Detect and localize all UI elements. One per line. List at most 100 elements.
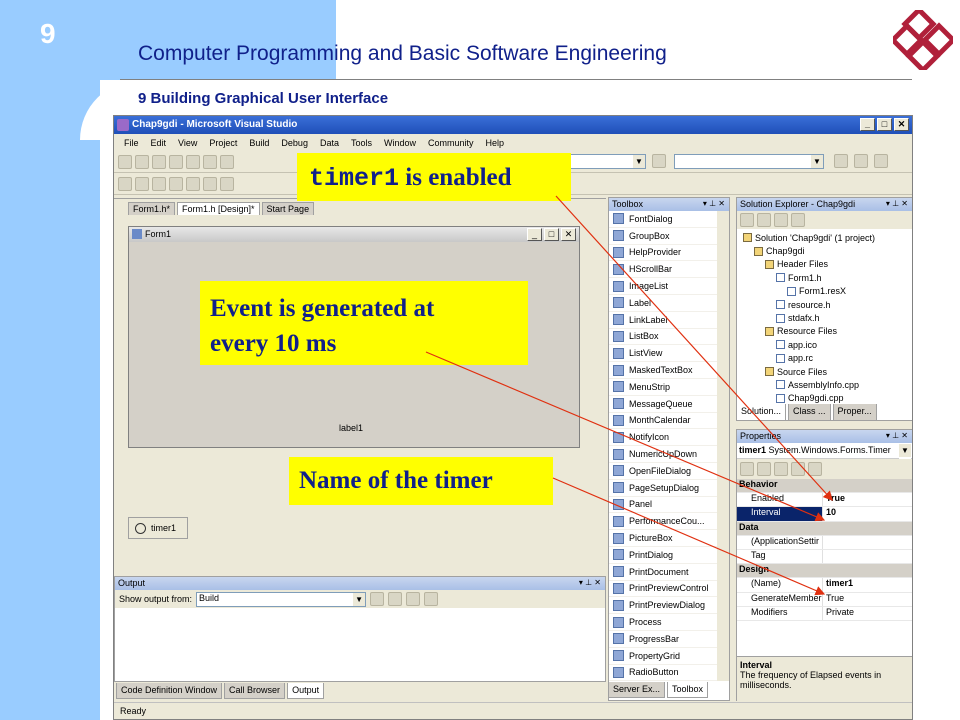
close-button[interactable]: ✕ xyxy=(894,118,909,131)
property-value[interactable]: Private xyxy=(823,607,854,620)
toolbox-item[interactable]: GroupBox xyxy=(609,228,729,245)
menu-item-edit[interactable]: Edit xyxy=(145,138,173,148)
toolbox-item[interactable]: FontDialog xyxy=(609,211,729,228)
menu-item-file[interactable]: File xyxy=(118,138,145,148)
toolbox-icon[interactable] xyxy=(874,154,888,168)
toolbox-item[interactable]: HScrollBar xyxy=(609,261,729,279)
toolbox-item[interactable]: HelpProvider xyxy=(609,245,729,262)
toolbox-item[interactable]: ProgressBar xyxy=(609,631,729,648)
property-value[interactable] xyxy=(823,550,826,563)
pin-icon[interactable]: ▾ ⊥ ✕ xyxy=(886,431,908,440)
solution-tree-item[interactable]: Source Files xyxy=(737,365,912,378)
menu-item-debug[interactable]: Debug xyxy=(275,138,314,148)
editor-tab[interactable]: Form1.h* xyxy=(128,202,176,215)
toolbox-item[interactable]: Panel xyxy=(609,497,729,514)
categorized-icon[interactable] xyxy=(740,462,754,476)
properties-icon[interactable] xyxy=(854,154,868,168)
property-value[interactable]: True xyxy=(823,493,845,506)
property-value[interactable] xyxy=(823,536,826,549)
toolbox-item[interactable]: Label xyxy=(609,295,729,312)
property-row[interactable]: (Name) timer1 xyxy=(737,578,912,593)
property-category[interactable]: Data xyxy=(737,521,912,536)
solution-tab[interactable]: Solution... xyxy=(736,404,787,421)
view-code-icon[interactable] xyxy=(791,213,805,227)
toolbox-item[interactable]: LinkLabel xyxy=(609,312,729,329)
bottom-tab[interactable]: Call Browser xyxy=(224,683,286,699)
toolbox-tab[interactable]: Server Ex... xyxy=(608,682,666,698)
save-icon[interactable] xyxy=(169,154,183,169)
find-icon[interactable] xyxy=(652,154,666,168)
menu-item-community[interactable]: Community xyxy=(422,138,480,148)
menu-item-project[interactable]: Project xyxy=(203,138,243,148)
align-middles-icon[interactable] xyxy=(186,176,200,191)
align-tops-icon[interactable] xyxy=(169,176,183,191)
solution-tree-item[interactable]: app.ico xyxy=(737,338,912,351)
menu-item-data[interactable]: Data xyxy=(314,138,345,148)
properties-icon[interactable] xyxy=(740,213,754,227)
bottom-tab[interactable]: Output xyxy=(287,683,325,699)
toolbox-item[interactable]: ListView xyxy=(609,345,729,363)
pin-icon[interactable]: ▾ ⊥ ✕ xyxy=(703,199,725,208)
toolbox-item[interactable]: NotifyIcon xyxy=(609,429,729,447)
solution-tree-item[interactable]: Header Files xyxy=(737,258,912,271)
property-value[interactable]: True xyxy=(823,593,844,606)
toolbox-item[interactable]: OpenFileDialog xyxy=(609,463,729,480)
timer1-component[interactable]: timer1 xyxy=(128,517,188,539)
menu-item-build[interactable]: Build xyxy=(243,138,275,148)
copy-icon[interactable] xyxy=(220,154,234,169)
solution-tree-item[interactable]: Form1.h xyxy=(737,271,912,284)
cut-icon[interactable] xyxy=(203,154,217,169)
property-row[interactable]: GenerateMember True xyxy=(737,592,912,607)
toolbox-tab[interactable]: Toolbox xyxy=(667,682,709,698)
toolbox-item[interactable]: ImageList xyxy=(609,278,729,295)
align-centers-icon[interactable] xyxy=(135,176,149,191)
clear-all-icon[interactable] xyxy=(406,592,421,606)
find-message-icon[interactable] xyxy=(388,592,403,606)
property-row[interactable]: Modifiers Private xyxy=(737,606,912,621)
property-row[interactable]: (ApplicationSettir xyxy=(737,535,912,550)
toolbox-item[interactable]: PageSetupDialog xyxy=(609,480,729,497)
solution-explorer-icon[interactable] xyxy=(834,154,848,168)
solution-tab[interactable]: Proper... xyxy=(832,404,877,421)
editor-tab[interactable]: Form1.h [Design]* xyxy=(177,202,260,215)
toolbox-item[interactable]: PrintPreviewControl xyxy=(609,581,729,598)
align-rights-icon[interactable] xyxy=(152,176,166,191)
toolbox-item[interactable]: PrintDocument xyxy=(609,564,729,581)
refresh-icon[interactable] xyxy=(774,213,788,227)
word-wrap-icon[interactable] xyxy=(424,592,439,606)
property-value[interactable]: 10 xyxy=(823,507,836,520)
toolbox-item[interactable]: MaskedTextBox xyxy=(609,362,729,379)
toolbox-item[interactable]: MonthCalendar xyxy=(609,413,729,430)
solution-tab[interactable]: Class ... xyxy=(788,404,831,421)
pin-icon[interactable]: ▾ ⊥ ✕ xyxy=(579,578,601,587)
property-value[interactable]: timer1 xyxy=(823,578,853,591)
find-combo[interactable]: ▼ xyxy=(674,154,824,169)
toolbox-item[interactable]: MessageQueue xyxy=(609,396,729,413)
toolbox-scrollbar[interactable] xyxy=(717,211,729,681)
solution-tree-item[interactable]: resource.h xyxy=(737,298,912,311)
label1-control[interactable]: label1 xyxy=(339,423,363,433)
show-all-files-icon[interactable] xyxy=(757,213,771,227)
bottom-tab[interactable]: Code Definition Window xyxy=(116,683,223,699)
toolbox-item[interactable]: PropertyGrid xyxy=(609,648,729,665)
menu-item-tools[interactable]: Tools xyxy=(345,138,378,148)
solution-tree-item[interactable]: Resource Files xyxy=(737,325,912,338)
toolbox-item[interactable]: PerformanceCou... xyxy=(609,513,729,531)
pin-icon[interactable]: ▾ ⊥ ✕ xyxy=(886,199,908,208)
align-lefts-icon[interactable] xyxy=(118,176,132,191)
property-row[interactable]: Interval 10 xyxy=(737,507,912,522)
object-selector[interactable]: timer1 System.Windows.Forms.Timer ▼ xyxy=(737,443,912,459)
toolbox-item[interactable]: NumericUpDown xyxy=(609,446,729,463)
minimize-button[interactable]: _ xyxy=(860,118,875,131)
toolbox-item[interactable]: PictureBox xyxy=(609,530,729,547)
show-output-combo[interactable]: Build ▼ xyxy=(196,591,367,607)
solution-tree-item[interactable]: stdafx.h xyxy=(737,311,912,324)
properties-view-icon[interactable] xyxy=(774,462,788,476)
alphabetical-icon[interactable] xyxy=(757,462,771,476)
toolbox-item[interactable]: RadioButton xyxy=(609,665,729,682)
toolbox-item[interactable]: MenuStrip xyxy=(609,379,729,396)
property-row[interactable]: Enabled True xyxy=(737,493,912,508)
events-icon[interactable] xyxy=(791,462,805,476)
goto-message-icon[interactable] xyxy=(370,592,385,606)
solution-tree-item[interactable]: Form1.resX xyxy=(737,285,912,298)
